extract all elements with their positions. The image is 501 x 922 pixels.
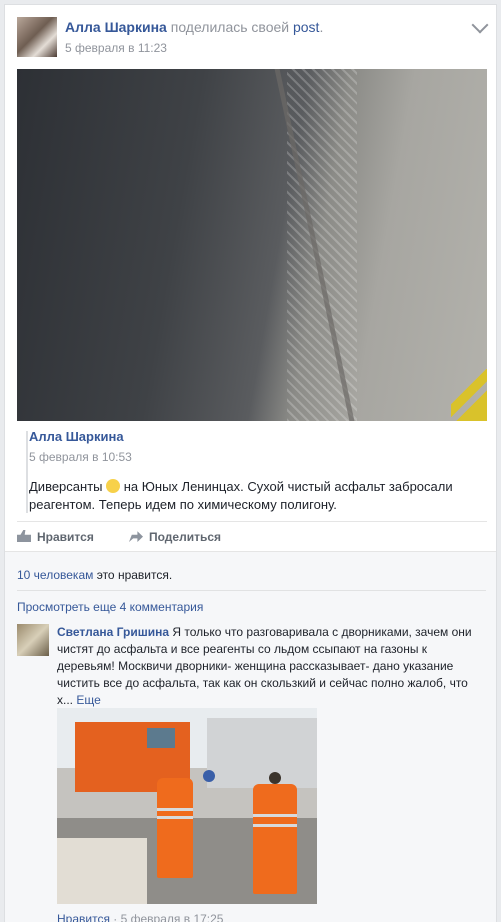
likes-summary: 10 человекам это нравится.	[17, 568, 172, 582]
comment-like-link[interactable]: Нравится	[57, 912, 110, 922]
feedback-section: 10 человекам это нравится. Просмотреть е…	[5, 551, 496, 922]
shared-post: Алла Шаркина 5 февраля в 10:53 Диверсант…	[26, 429, 469, 514]
photo-worker-left-hat	[203, 770, 215, 782]
likes-count-link[interactable]: 10 человекам	[17, 568, 93, 582]
photo-asphalt	[17, 69, 487, 421]
photo-yellow-rail	[451, 369, 487, 421]
worker-stripe	[253, 824, 297, 827]
share-label: Поделиться	[149, 530, 222, 544]
worker-stripe	[157, 816, 193, 819]
commenter-avatar[interactable]	[17, 624, 49, 656]
shared-author-name[interactable]: Алла Шаркина	[29, 429, 469, 444]
thumbs-up-icon	[17, 530, 31, 542]
comment-body: Светлана Гришина Я только что разговарив…	[57, 624, 477, 709]
comment-author-name[interactable]: Светлана Гришина	[57, 625, 169, 639]
shared-post-bar	[26, 431, 28, 513]
photo-salt	[287, 69, 357, 421]
divider	[17, 590, 486, 591]
worker-stripe	[157, 808, 193, 811]
photo-building	[207, 718, 317, 788]
photo-worker-right-hat	[269, 772, 281, 784]
post-action-period: .	[319, 19, 324, 35]
shared-timestamp[interactable]: 5 февраля в 10:53	[29, 450, 469, 464]
worker-stripe	[253, 814, 297, 817]
comment-photo[interactable]	[57, 708, 317, 904]
share-button[interactable]: Поделиться	[129, 530, 221, 544]
share-arrow-icon	[129, 531, 143, 542]
photo-truck-windshield	[147, 728, 175, 748]
comment-footer: Нравится · 5 февраля в 17:25	[57, 912, 223, 922]
comment-footer-dot: ·	[109, 912, 121, 922]
likes-text: это нравится.	[93, 568, 173, 582]
photo-worker-right	[253, 784, 297, 894]
post-photo[interactable]	[17, 69, 487, 421]
post-actions: Нравится Поделиться	[17, 521, 487, 552]
post-author-line: Алла Шаркина поделилась своей post.	[65, 19, 323, 35]
post-action-text: поделилась своей	[170, 19, 290, 35]
shared-text-before: Диверсанты	[29, 479, 103, 494]
post-timestamp[interactable]: 5 февраля в 11:23	[65, 41, 167, 55]
post-header: Алла Шаркина поделилась своей post. 5 фе…	[17, 16, 489, 61]
chevron-down-icon[interactable]	[471, 16, 489, 34]
view-more-comments-link[interactable]: Просмотреть еще 4 комментария	[17, 600, 203, 614]
shared-text: Диверсанты на Юных Ленинцах. Сухой чисты…	[29, 478, 469, 514]
author-avatar[interactable]	[17, 17, 57, 57]
comment-see-more-link[interactable]: Еще	[76, 693, 100, 707]
like-button[interactable]: Нравится	[17, 530, 94, 544]
post-action-link[interactable]: post	[293, 19, 319, 35]
photo-worker-left	[157, 778, 193, 878]
post-author-name[interactable]: Алла Шаркина	[65, 19, 167, 35]
smile-emoji-icon	[106, 479, 121, 493]
comment-timestamp[interactable]: 5 февраля в 17:25	[121, 912, 224, 922]
like-label: Нравится	[37, 530, 94, 544]
feed-post: Алла Шаркина поделилась своей post. 5 фе…	[4, 4, 497, 922]
photo-snow	[57, 838, 147, 904]
